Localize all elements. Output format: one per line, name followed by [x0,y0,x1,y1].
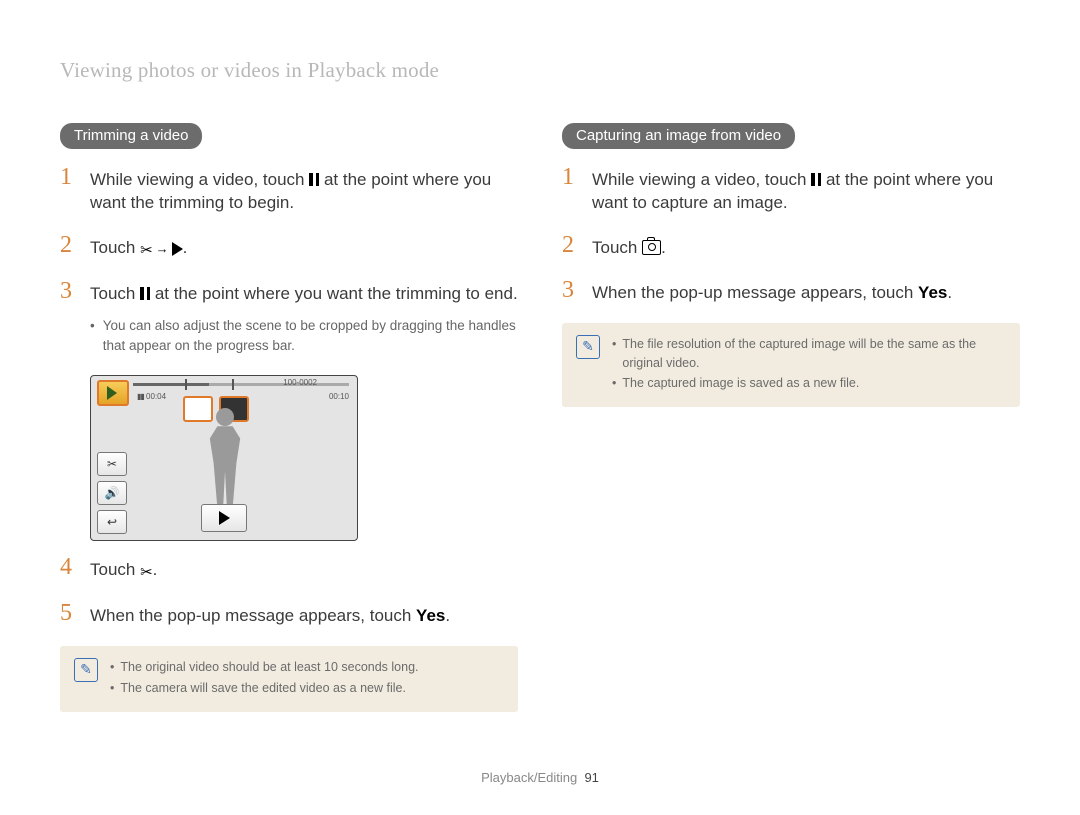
step-3-note: You can also adjust the scene to be crop… [90,316,518,355]
person-silhouette [194,404,254,514]
section-heading-capture: Capturing an image from video [562,123,795,149]
trim-handle-start [185,379,187,390]
note-icon: ✎ [576,335,600,359]
step-number: 5 [60,601,78,628]
volume-button: 🔊 [97,481,127,505]
note-box-capture: ✎ The file resolution of the captured im… [562,323,1020,407]
note-box-trimming: ✎ The original video should be at least … [60,646,518,712]
step-3: 3 When the pop-up message appears, touch… [562,278,1020,305]
section-heading-trimming: Trimming a video [60,123,202,149]
step-number: 2 [562,233,580,260]
capture-icon [642,240,661,255]
note-list: The file resolution of the captured imag… [612,335,1006,395]
left-column: Trimming a video 1 While viewing a video… [60,123,518,712]
play-button [201,504,247,532]
step-text: Touch ✂→. [90,233,187,261]
scissor-icon: ✂ [140,241,153,261]
back-button: ↩ [97,510,127,534]
pause-icon [140,287,150,300]
trim-screen-mock: ▮▮ 00:04 100-0002 00:10 ✂ 🔊 ↩ [90,375,358,541]
time-total: 00:10 [329,392,349,401]
trimming-steps-cont: 4 Touch ✂. 5 When the pop-up message app… [60,555,518,628]
manual-page: Viewing photos or videos in Playback mod… [0,0,1080,815]
step-number: 2 [60,233,78,261]
step-2: 2 Touch . [562,233,1020,260]
arrow-icon: → [156,241,169,256]
footer-section: Playback/Editing [481,770,577,785]
step-text: When the pop-up message appears, touch Y… [90,601,450,628]
note-item: The original video should be at least 10… [110,658,419,677]
step-1: 1 While viewing a video, touch at the po… [60,165,518,215]
step-text: Touch . [592,233,666,260]
side-buttons: ✂ 🔊 ↩ [97,452,127,534]
trim-handle-end [232,379,234,390]
video-thumbnail [97,380,129,406]
note-item: The captured image is saved as a new fil… [612,374,1006,393]
play-icon [172,242,183,256]
file-number: 100-0002 [283,378,317,387]
note-item: The file resolution of the captured imag… [612,335,1006,373]
step-1: 1 While viewing a video, touch at the po… [562,165,1020,215]
running-header: Viewing photos or videos in Playback mod… [60,58,1020,83]
step-4: 4 Touch ✂. [60,555,518,583]
camera-screenshot: ▮▮ 00:04 100-0002 00:10 ✂ 🔊 ↩ [90,375,518,541]
step-number: 4 [60,555,78,583]
step-5: 5 When the pop-up message appears, touch… [60,601,518,628]
step-text: Touch at the point where you want the tr… [90,279,518,357]
step-2: 2 Touch ✂→. [60,233,518,261]
time-elapsed: ▮▮ 00:04 [137,392,166,401]
step-number: 1 [562,165,580,215]
step-text: While viewing a video, touch at the poin… [592,165,1020,215]
step-text: When the pop-up message appears, touch Y… [592,278,952,305]
step-number: 3 [562,278,580,305]
step-number: 3 [60,279,78,357]
right-column: Capturing an image from video 1 While vi… [562,123,1020,712]
step-3: 3 Touch at the point where you want the … [60,279,518,357]
pause-icon [309,173,319,186]
pause-icon [811,173,821,186]
scissor-icon: ✂ [140,563,153,583]
page-footer: Playback/Editing 91 [0,770,1080,785]
step-number: 1 [60,165,78,215]
note-list: The original video should be at least 10… [110,658,419,700]
trimming-steps: 1 While viewing a video, touch at the po… [60,165,518,357]
step-text: Touch ✂. [90,555,157,583]
step-text: While viewing a video, touch at the poin… [90,165,518,215]
note-icon: ✎ [74,658,98,682]
page-number: 91 [584,770,598,785]
play-icon [219,511,230,525]
scissor-button: ✂ [97,452,127,476]
two-column-layout: Trimming a video 1 While viewing a video… [60,123,1020,712]
note-item: The camera will save the edited video as… [110,679,419,698]
capture-steps: 1 While viewing a video, touch at the po… [562,165,1020,305]
